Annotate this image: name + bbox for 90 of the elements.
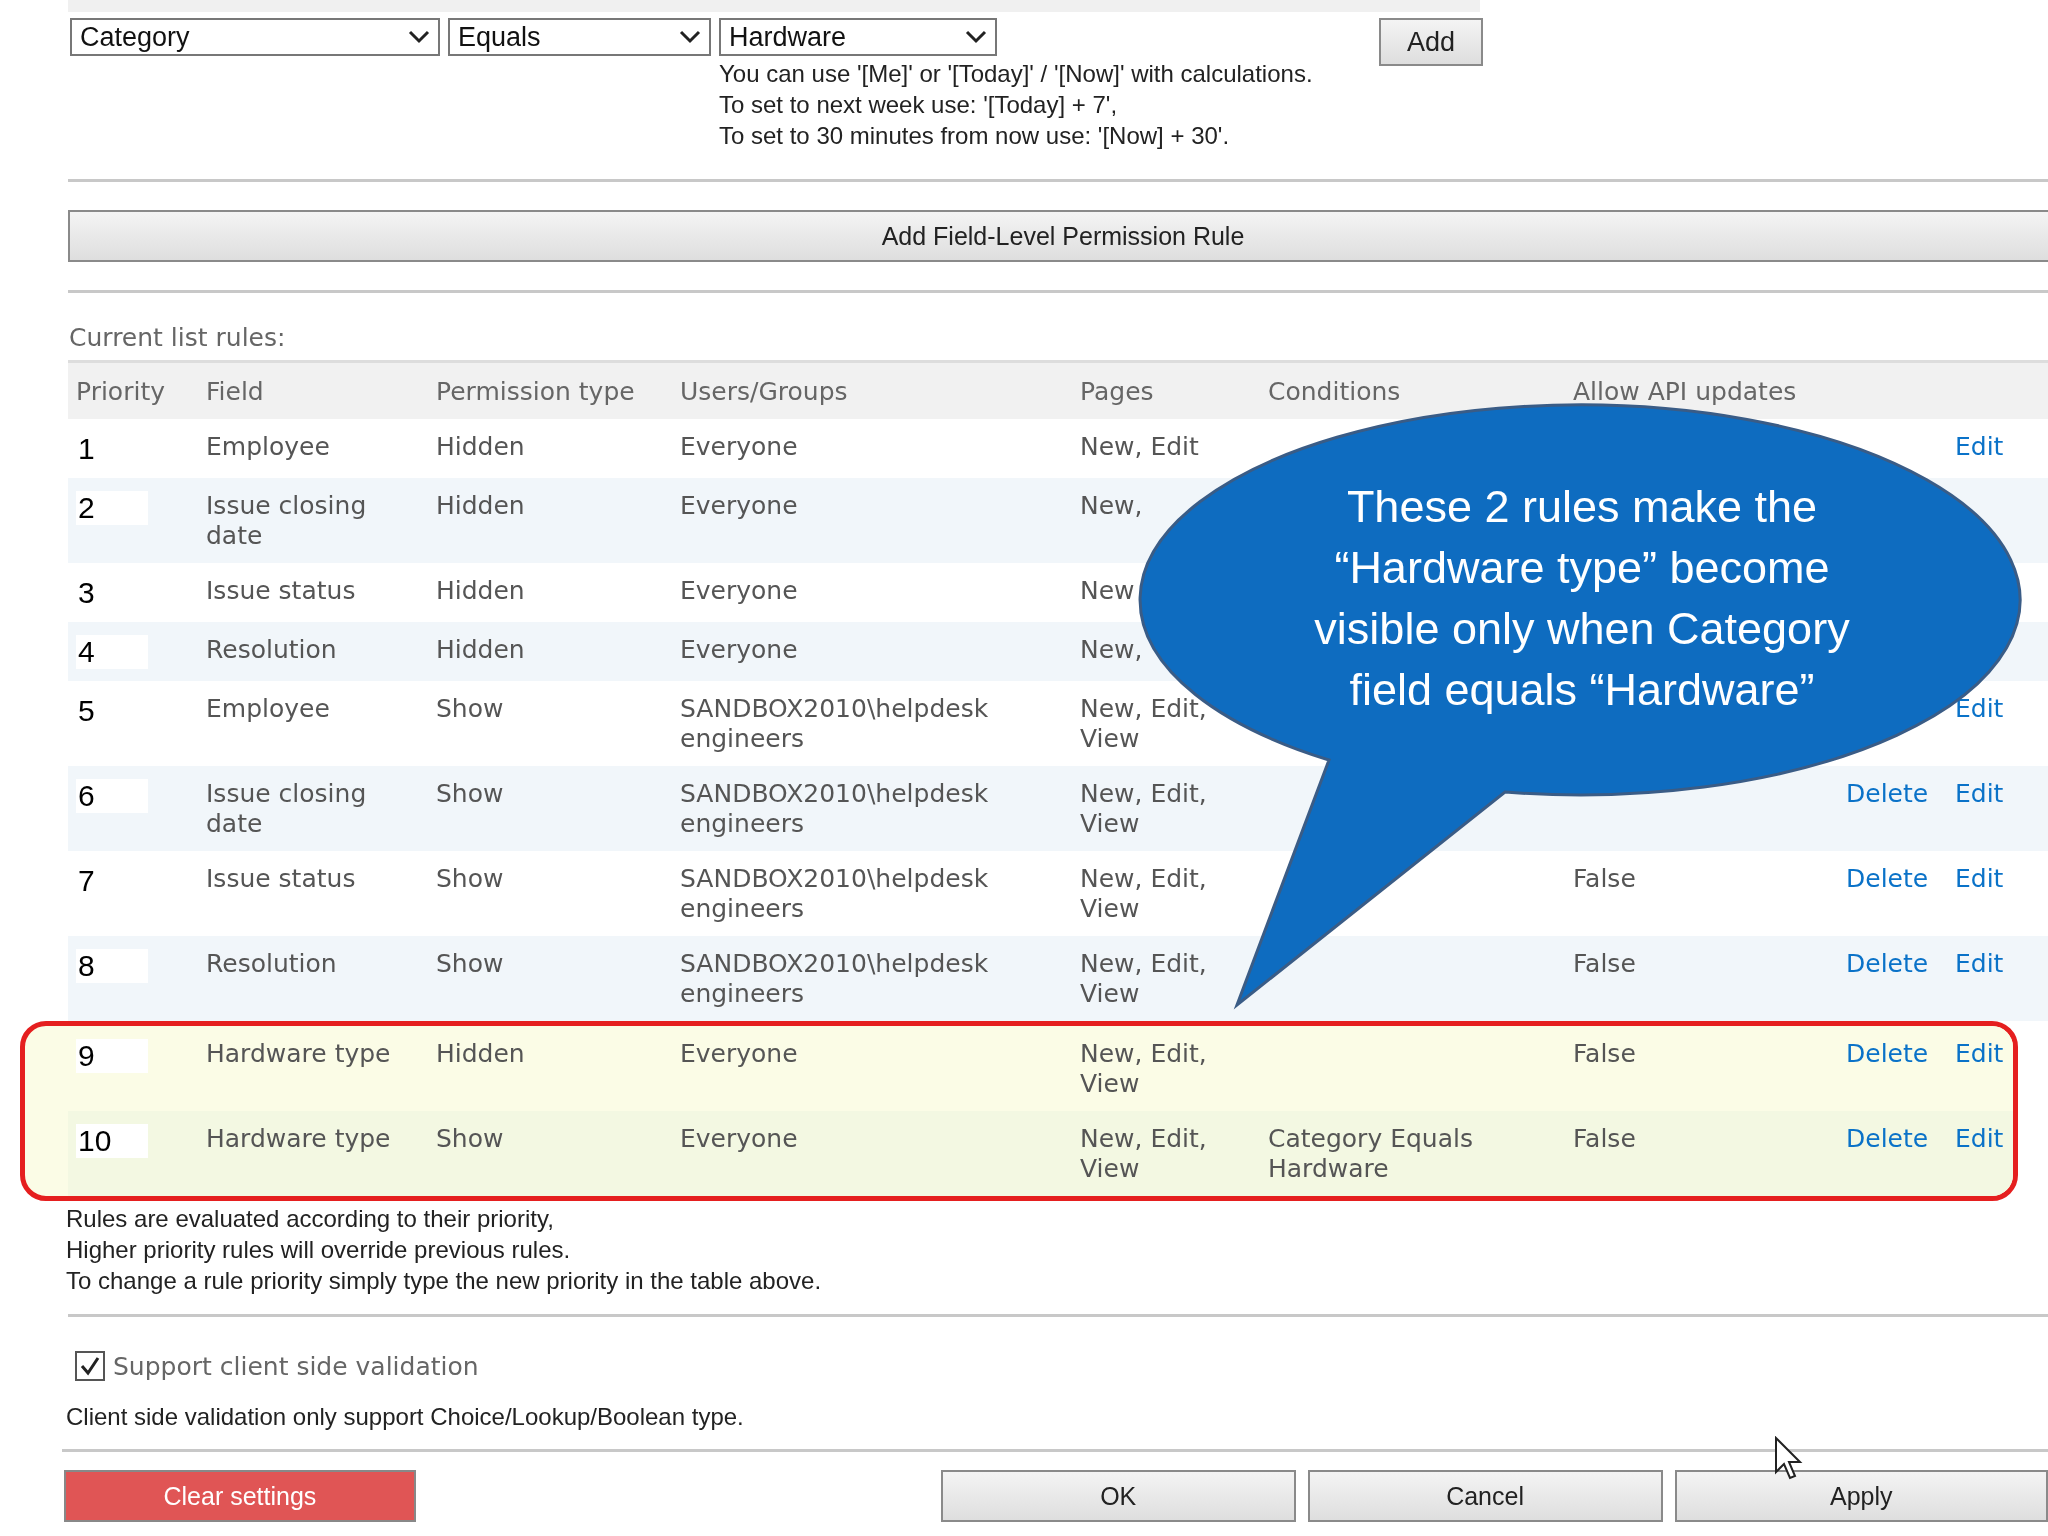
table-cell: Hidden: [436, 576, 525, 605]
validation-note: Client side validation only support Choice/Lookup/Boolean type.: [66, 1403, 745, 1431]
table-cell: Resolution: [206, 949, 337, 978]
table-cell: Employee: [206, 694, 330, 723]
table-cell: New,: [1080, 635, 1143, 664]
table-cell: New, Edit: [1080, 432, 1199, 461]
table-cell: Hardware type: [206, 1124, 391, 1153]
column-header: Conditions: [1267, 376, 1402, 406]
value-dropdown[interactable]: Hardware: [719, 18, 997, 56]
priority-input[interactable]: 4: [76, 635, 148, 669]
table-cell: Issue status: [206, 864, 356, 893]
delete-link[interactable]: Delete: [1846, 1124, 1929, 1153]
delete-link[interactable]: Delete: [1846, 1039, 1929, 1068]
table-cell: Show: [436, 694, 504, 723]
table-cell: New, Edit, View: [1080, 1124, 1207, 1183]
apply-button[interactable]: Apply: [1674, 1470, 2048, 1522]
help-text: Rules are evaluated according to their priority, Higher priority rules will override previous rules. To change a rule priority simply type the new priority in the table above.: [66, 1204, 823, 1296]
table-cell: SANDBOX2010\helpdesk engineers: [680, 779, 989, 838]
column-header: Permission type: [435, 376, 636, 406]
table-cell: Everyone: [680, 1124, 798, 1153]
edit-link[interactable]: Edit: [1955, 949, 2004, 978]
table-cell: Show: [436, 1124, 504, 1153]
delete-link[interactable]: Delete: [1846, 864, 1929, 893]
chevron-down-icon: [408, 30, 430, 44]
delete-link[interactable]: Delete: [1846, 949, 1929, 978]
add-button[interactable]: Add: [1379, 18, 1483, 66]
table-cell: False: [1573, 949, 1636, 978]
table-cell: New, Edit, View: [1080, 864, 1207, 923]
table-cell: False: [1573, 1039, 1636, 1068]
add-rule-button[interactable]: Add Field-Level Permission Rule: [68, 210, 2048, 262]
table-cell: New,: [1080, 491, 1143, 520]
table-cell: Hidden: [436, 432, 525, 461]
chevron-down-icon: [965, 30, 987, 44]
table-cell: Issue closing date: [206, 491, 367, 550]
priority-input[interactable]: 9: [76, 1039, 148, 1073]
operator-dropdown[interactable]: Equals: [448, 18, 711, 56]
table-cell: Issue closing date: [206, 779, 367, 838]
section-title: Current list rules:: [69, 323, 287, 352]
table-cell: Everyone: [680, 576, 798, 605]
column-header: Field: [205, 376, 265, 406]
cancel-button[interactable]: Cancel: [1307, 1470, 1663, 1522]
field-dropdown[interactable]: Category: [70, 18, 440, 56]
table-cell: New: [1080, 576, 1135, 605]
table-cell: Everyone: [680, 432, 798, 461]
table-cell: Show: [436, 864, 504, 893]
table-cell: Everyone: [680, 635, 798, 664]
column-header: Priority: [75, 376, 166, 406]
table-cell: Everyone: [680, 491, 798, 520]
table-cell: SANDBOX2010\helpdesk engineers: [680, 949, 989, 1008]
edit-link[interactable]: Edit: [1955, 432, 2004, 461]
ok-button[interactable]: OK: [940, 1470, 1296, 1522]
priority-input[interactable]: 6: [76, 779, 148, 813]
hint-text: You can use '[Me]' or '[Today]' / '[Now]' with calculations. To set to next week use: '[Today] + 7', To set to 30 minutes from now use: '[Now] + 30'.: [719, 59, 1314, 151]
table-cell: Resolution: [206, 635, 337, 664]
column-header: Users/Groups: [679, 376, 849, 406]
table-cell: Hardware type: [206, 1039, 391, 1068]
table-cell: False: [1573, 1124, 1636, 1153]
table-cell: New, Edit, View: [1080, 949, 1207, 1008]
edit-link[interactable]: Edit: [1955, 1039, 2004, 1068]
priority-input[interactable]: 8: [76, 949, 148, 983]
table-cell: New, Edit, View: [1080, 694, 1207, 753]
table-cell: Everyone: [680, 1039, 798, 1068]
table-cell: New, Edit, View: [1080, 779, 1207, 838]
callout-text: These 2 rules make the “Hardware type” become visible only when Category field equals “Hardware”: [1313, 480, 1851, 717]
column-header: Allow API updates: [1572, 376, 1798, 406]
column-header: Pages: [1079, 376, 1155, 406]
chevron-down-icon: [679, 30, 701, 44]
edit-link[interactable]: Edit: [1955, 779, 2004, 808]
table-cell: Hidden: [436, 635, 525, 664]
priority-input[interactable]: 2: [76, 491, 148, 525]
edit-link[interactable]: Edit: [1955, 1124, 2004, 1153]
checkbox-label: Support client side validation: [113, 1351, 479, 1381]
delete-link[interactable]: Delete: [1846, 779, 1929, 808]
priority-input[interactable]: 10: [76, 1124, 148, 1158]
mouse-pointer-icon: [1774, 1436, 1804, 1482]
table-cell: Issue status: [206, 576, 356, 605]
table-cell: Employee: [206, 432, 330, 461]
table-cell: Show: [436, 949, 504, 978]
edit-link[interactable]: Edit: [1955, 694, 2004, 723]
table-cell: SANDBOX2010\helpdesk engineers: [680, 864, 989, 923]
clear-settings-button[interactable]: Clear settings: [64, 1470, 416, 1522]
table-cell: New, Edit, View: [1080, 1039, 1207, 1098]
checkbox[interactable]: [75, 1351, 105, 1381]
table-cell: Show: [436, 779, 504, 808]
table-cell: False: [1573, 864, 1636, 893]
table-cell: Category Equals Hardware: [1268, 1124, 1473, 1183]
table-cell: Hidden: [436, 491, 525, 520]
edit-link[interactable]: Edit: [1955, 864, 2004, 893]
table-cell: Hidden: [436, 1039, 525, 1068]
table-cell: SANDBOX2010\helpdesk engineers: [680, 694, 989, 753]
